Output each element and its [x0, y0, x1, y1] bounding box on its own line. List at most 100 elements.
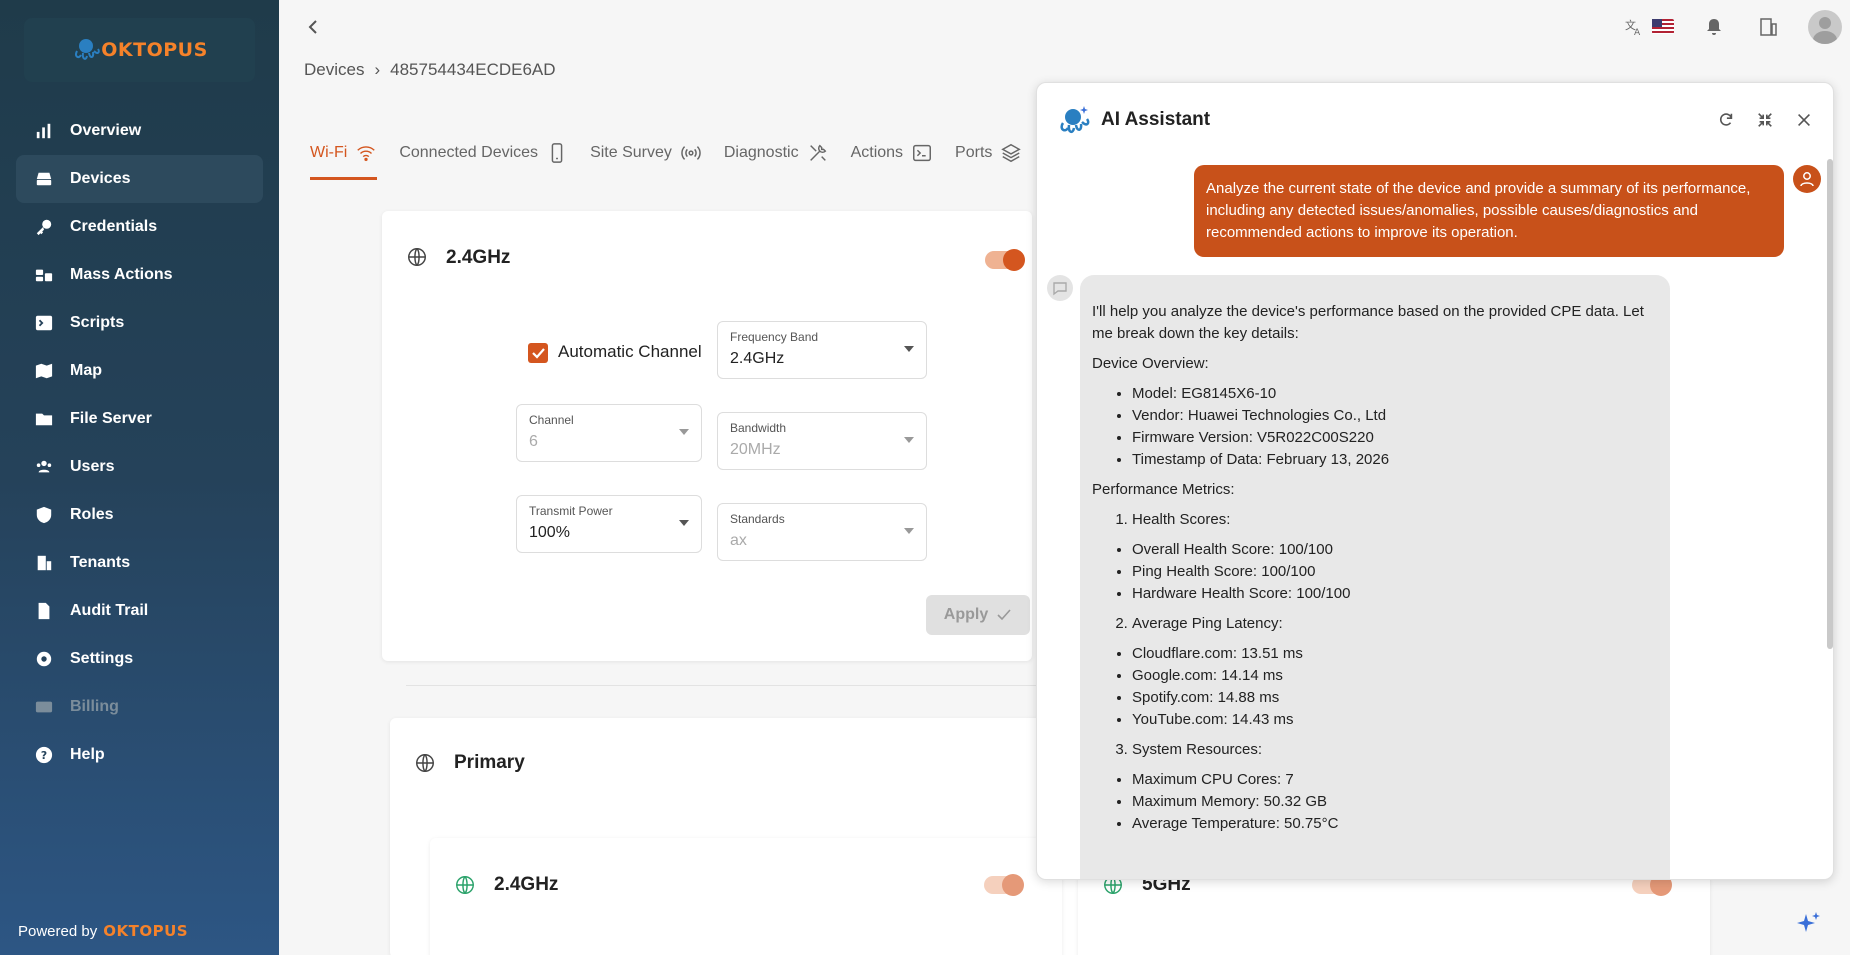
- notifications-button[interactable]: [1702, 15, 1726, 39]
- caret-down-icon: [904, 346, 914, 352]
- tab-label: Wi-Fi: [310, 144, 348, 161]
- sidebar-item-devices[interactable]: Devices: [16, 155, 263, 203]
- refresh-button[interactable]: [1715, 109, 1737, 131]
- caret-down-icon: [679, 429, 689, 435]
- list-item: Maximum Memory: 50.32 GB: [1132, 791, 1658, 813]
- caret-down-icon: [679, 520, 689, 526]
- chat-scrollbar[interactable]: [1827, 159, 1833, 649]
- frequency-band-select[interactable]: Frequency Band 2.4GHz: [717, 321, 927, 379]
- terminal-icon: [34, 313, 54, 333]
- sidebar-item-settings[interactable]: Settings: [16, 635, 263, 683]
- channel-select: Channel 6: [516, 404, 702, 462]
- auto-channel-checkbox[interactable]: [528, 343, 548, 363]
- tab-ports[interactable]: Ports: [955, 128, 1044, 178]
- field-label: Transmit Power: [529, 504, 613, 518]
- collapse-icon: [1758, 113, 1772, 127]
- card-title: 2.4GHz: [494, 874, 559, 895]
- language-selector[interactable]: 文A: [1622, 15, 1646, 39]
- ai-title: AI Assistant: [1101, 109, 1211, 130]
- tab-connected-devices[interactable]: Connected Devices: [399, 128, 590, 178]
- wifi-enable-toggle[interactable]: [985, 249, 1025, 271]
- list-item: Google.com: 14.14 ms: [1132, 665, 1658, 687]
- sidebar-item-users[interactable]: Users: [16, 443, 263, 491]
- apply-button[interactable]: Apply: [926, 595, 1030, 635]
- field-label: Channel: [529, 413, 574, 427]
- users-icon: [34, 457, 54, 477]
- powered-by-label: Powered by: [18, 922, 98, 940]
- field-label: Standards: [730, 512, 785, 526]
- sidebar-item-label: Billing: [70, 698, 119, 715]
- list-item: Spotify.com: 14.88 ms: [1132, 687, 1658, 709]
- sidebar-item-label: Scripts: [70, 314, 125, 331]
- close-button[interactable]: [1793, 109, 1815, 131]
- collapse-button[interactable]: [1754, 109, 1776, 131]
- tab-site-survey[interactable]: Site Survey: [590, 128, 724, 178]
- sidebar-item-label: Devices: [70, 170, 131, 187]
- primary-2g-toggle[interactable]: [984, 874, 1024, 896]
- list-item: Average Temperature: 50.75°C: [1132, 813, 1658, 835]
- ai-assistant-panel: AI Assistant Analyze the current state o…: [1036, 82, 1834, 880]
- avatar[interactable]: [1808, 10, 1842, 44]
- layers-icon: [1001, 143, 1022, 163]
- sidebar-item-tenants[interactable]: Tenants: [16, 539, 263, 587]
- breadcrumb: Devices › 485754434ECDE6AD: [304, 60, 556, 80]
- sidebar-item-roles[interactable]: Roles: [16, 491, 263, 539]
- tab-actions[interactable]: Actions: [851, 128, 955, 178]
- sidebar-item-map[interactable]: Map: [16, 347, 263, 395]
- sidebar-item-overview[interactable]: Overview: [16, 107, 263, 155]
- sidebar-item-credentials[interactable]: Credentials: [16, 203, 263, 251]
- caret-down-icon: [904, 437, 914, 443]
- globe-icon: [406, 246, 428, 273]
- tab-diagnostic[interactable]: Diagnostic: [724, 128, 851, 178]
- breadcrumb-devices[interactable]: Devices: [304, 60, 364, 80]
- powered-by: Powered by OKTOPUS: [18, 922, 188, 940]
- tab-label: Actions: [850, 144, 904, 161]
- sidebar-item-label: Users: [70, 458, 115, 475]
- mass-actions-icon: [34, 265, 54, 285]
- list-item: Model: EG8145X6-10: [1132, 383, 1658, 405]
- sidebar-item-label: Credentials: [70, 218, 158, 235]
- list-item: YouTube.com: 14.43 ms: [1132, 709, 1658, 731]
- tab-label: Connected Devices: [399, 144, 539, 161]
- assistant-intro: I'll help you analyze the device's perfo…: [1092, 303, 1644, 342]
- transmit-power-select[interactable]: Transmit Power 100%: [516, 495, 702, 553]
- credit-card-icon: [34, 697, 54, 717]
- sidebar-item-scripts[interactable]: Scripts: [16, 299, 263, 347]
- ai-assistant-fab[interactable]: [1782, 898, 1834, 950]
- auto-channel-label: Automatic Channel: [558, 342, 702, 361]
- svg-text:A: A: [1634, 28, 1641, 37]
- tab-wifi[interactable]: Wi-Fi: [310, 128, 399, 180]
- list-item: Hardware Health Score: 100/100: [1132, 583, 1658, 605]
- sidebar-item-file-server[interactable]: File Server: [16, 395, 263, 443]
- back-button[interactable]: [306, 16, 320, 38]
- tab-label: Ports: [955, 144, 993, 161]
- assistant-message: I'll help you analyze the device's perfo…: [1080, 275, 1670, 879]
- sidebar-item-mass-actions[interactable]: Mass Actions: [16, 251, 263, 299]
- tenant-button[interactable]: [1756, 15, 1780, 39]
- list-item: Vendor: Huawei Technologies Co., Ltd: [1132, 405, 1658, 427]
- us-flag-icon[interactable]: [1652, 19, 1674, 34]
- chevron-left-icon: [308, 20, 317, 34]
- list-item: Ping Health Score: 100/100: [1132, 561, 1658, 583]
- key-icon: [34, 217, 54, 237]
- broadcast-icon: [681, 146, 701, 160]
- breadcrumb-separator: ›: [374, 60, 381, 79]
- shield-icon: [34, 505, 54, 525]
- smartphone-icon: [551, 143, 563, 163]
- user-avatar-icon: [1793, 165, 1821, 193]
- logo[interactable]: OKTOPUS: [24, 18, 255, 82]
- field-value: 6: [529, 433, 538, 450]
- divider: [406, 685, 1036, 686]
- svg-text:?: ?: [41, 749, 47, 762]
- bell-icon: [1707, 19, 1721, 35]
- sidebar-item-label: Roles: [70, 506, 114, 523]
- sidebar-item-label: Settings: [70, 650, 134, 667]
- sidebar-item-audit-trail[interactable]: Audit Trail: [16, 587, 263, 635]
- octopus-icon: [75, 39, 101, 60]
- sidebar-item-label: Tenants: [70, 554, 131, 571]
- bar-chart-icon: [34, 121, 54, 141]
- user-message: Analyze the current state of the device …: [1194, 165, 1784, 257]
- card-title: 2.4GHz: [446, 247, 511, 268]
- folder-icon: [34, 409, 54, 429]
- sidebar-item-help[interactable]: ? Help: [16, 731, 263, 779]
